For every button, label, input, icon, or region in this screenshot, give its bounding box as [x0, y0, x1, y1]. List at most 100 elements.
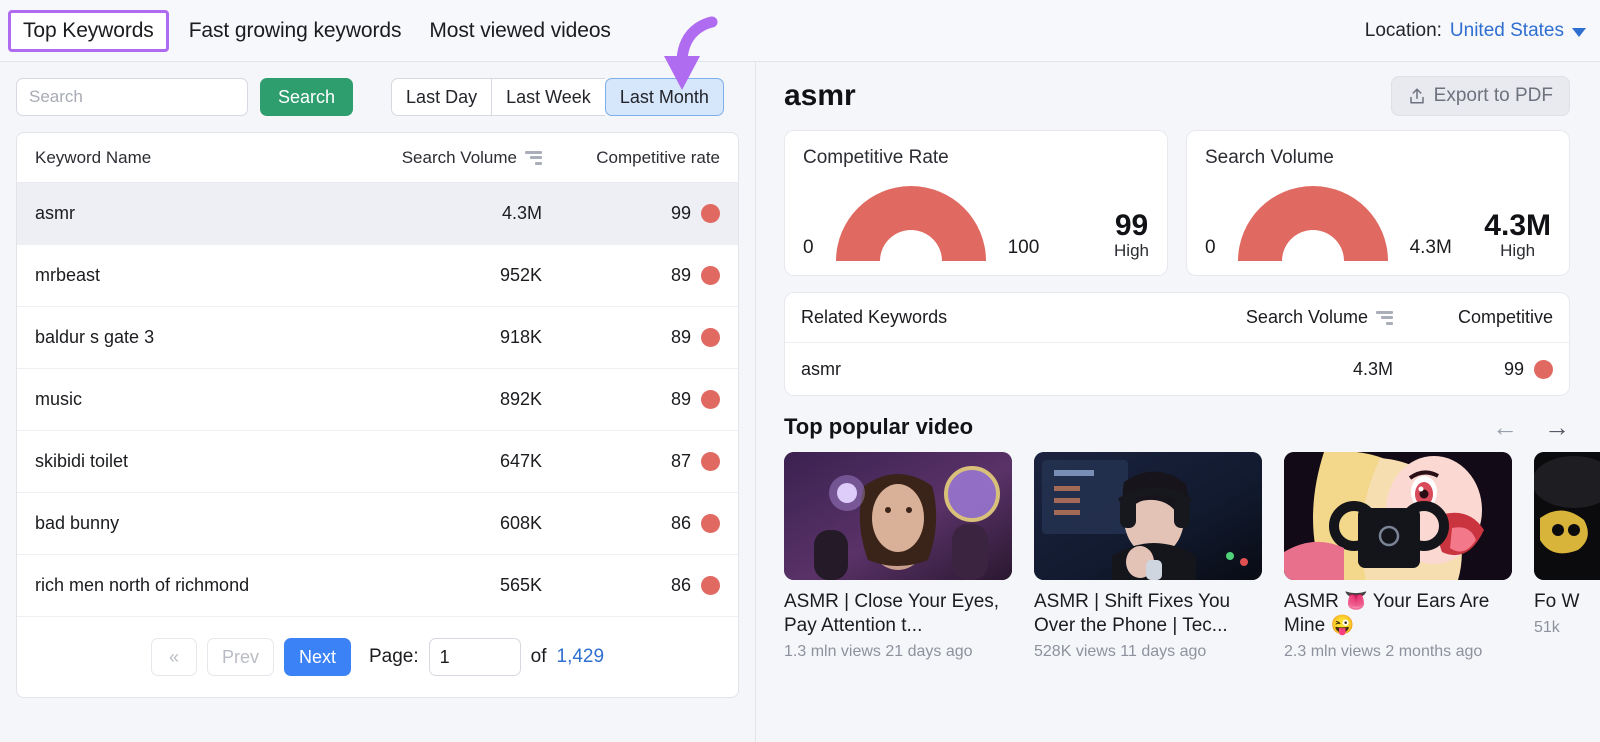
- column-header-search-volume[interactable]: Search Volume: [392, 148, 542, 168]
- detail-header: asmr Export to PDF: [784, 76, 1600, 116]
- tab-label: Fast growing keywords: [188, 18, 402, 42]
- cell-keyword-name: asmr: [35, 203, 75, 223]
- first-page-button[interactable]: «: [150, 638, 197, 676]
- competitive-value: 99: [670, 203, 691, 223]
- location-selector[interactable]: Location: United States: [1365, 20, 1600, 42]
- column-header-search-volume[interactable]: Search Volume: [1183, 307, 1393, 328]
- cell-competitive-rate: 99: [542, 203, 720, 224]
- video-meta: 51k: [1534, 618, 1560, 636]
- column-header-keyword-name: Keyword Name: [35, 147, 152, 167]
- video-thumbnail[interactable]: [1534, 452, 1600, 580]
- of-label: of: [530, 646, 547, 667]
- status-dot-icon: [701, 266, 720, 285]
- cell-search-volume: 4.3M: [501, 203, 542, 223]
- gauge-arc-icon: [1237, 186, 1388, 261]
- status-dot-icon: [1534, 359, 1553, 379]
- period-option-last-month[interactable]: Last Month: [604, 78, 724, 116]
- pagination-controls: « Prev Next Page: of 1,429: [17, 617, 738, 697]
- total-pages-value: 1,429: [556, 646, 605, 667]
- gauge-rating: High: [1500, 241, 1536, 260]
- cell-search-volume: 608K: [499, 513, 542, 533]
- period-segmented-control: Last Day Last Week Last Month: [391, 78, 724, 116]
- gauge-label: Competitive Rate: [803, 147, 949, 168]
- cell-competitive: 99: [1393, 359, 1553, 380]
- carousel-controls: ← →: [1492, 414, 1570, 440]
- table-row[interactable]: skibidi toilet 647K 87: [17, 431, 738, 493]
- export-to-pdf-button[interactable]: Export to PDF: [1390, 76, 1570, 116]
- video-card[interactable]: ASMR | Close Your Eyes, Pay Attention t.…: [784, 452, 1012, 661]
- page-number-input[interactable]: [428, 638, 521, 676]
- tab-list: Top Keywords Fast growing keywords Most …: [0, 9, 625, 52]
- gauge-min-value: 0: [1205, 237, 1216, 258]
- cell-competitive-rate: 89: [542, 389, 720, 410]
- period-option-last-day[interactable]: Last Day: [391, 78, 492, 116]
- arrow-right-icon[interactable]: →: [1544, 414, 1570, 440]
- video-thumbnail[interactable]: [1284, 452, 1512, 580]
- cell-competitive-rate: 89: [542, 265, 720, 286]
- gauge-readout: 99 High: [1114, 209, 1149, 264]
- gauge-max-value: 100: [1007, 237, 1040, 258]
- cell-search-volume: 918K: [499, 327, 542, 347]
- tab-fast-growing-keywords[interactable]: Fast growing keywords: [175, 11, 416, 51]
- gauge-readout: 4.3M High: [1484, 208, 1551, 264]
- table-row[interactable]: mrbeast 952K 89: [17, 245, 738, 307]
- search-button[interactable]: Search: [260, 78, 354, 116]
- table-row[interactable]: music 892K 89: [17, 369, 738, 431]
- export-button-label: Export to PDF: [1433, 85, 1553, 106]
- section-title: Top popular video: [784, 414, 974, 439]
- related-header-row: Related Keywords Search Volume Competiti…: [785, 293, 1569, 343]
- cell-competitive-rate: 87: [542, 451, 720, 472]
- video-card[interactable]: ASMR | Shift Fixes You Over the Phone | …: [1034, 452, 1262, 661]
- competitive-value: 87: [670, 451, 691, 471]
- video-card[interactable]: ASMR 👅 Your Ears Are Mine 😜 2.3 mln view…: [1284, 452, 1512, 661]
- table-header-row: Keyword Name Search Volume Competitive r…: [17, 133, 738, 183]
- competitive-value: 89: [670, 327, 691, 347]
- gauge-rating: High: [1114, 241, 1149, 260]
- gauge-card-search-volume: Search Volume 0 4.3M 4.3M High: [1186, 130, 1570, 276]
- sort-descending-icon[interactable]: [525, 150, 542, 165]
- video-card[interactable]: Fo W 51k: [1534, 452, 1600, 661]
- competitive-value: 99: [1503, 358, 1524, 379]
- competitive-value: 86: [670, 575, 691, 595]
- status-dot-icon: [701, 576, 720, 595]
- status-dot-icon: [701, 328, 720, 347]
- chevron-down-icon: [1572, 27, 1586, 37]
- gauge-card-competitive-rate: Competitive Rate 0 100 99 High: [784, 130, 1168, 276]
- video-carousel: ASMR | Close Your Eyes, Pay Attention t.…: [784, 452, 1600, 661]
- video-thumbnail[interactable]: [784, 452, 1012, 580]
- status-dot-icon: [701, 514, 720, 533]
- table-row[interactable]: rich men north of richmond 565K 86: [17, 555, 738, 617]
- cell-keyword-name: bad bunny: [35, 513, 120, 533]
- upload-icon: [1409, 88, 1424, 104]
- table-row[interactable]: baldur s gate 3 918K 89: [17, 307, 738, 369]
- gauge-cards: Competitive Rate 0 100 99 High Search Vo…: [784, 130, 1600, 276]
- thumbnail-image: [784, 452, 1012, 580]
- related-keywords-table: Related Keywords Search Volume Competiti…: [784, 292, 1570, 396]
- table-row[interactable]: asmr 4.3M 99: [785, 343, 1569, 395]
- column-header-related-keywords: Related Keywords: [801, 307, 948, 327]
- cell-related-keyword: asmr: [801, 358, 841, 379]
- next-page-button[interactable]: Next: [283, 638, 351, 676]
- page-label: Page:: [368, 646, 419, 667]
- tab-most-viewed-videos[interactable]: Most viewed videos: [415, 11, 624, 51]
- keywords-panel: Search Last Day Last Week Last Month Key…: [0, 62, 756, 742]
- arrow-left-icon[interactable]: ←: [1492, 414, 1518, 440]
- competitive-value: 89: [670, 265, 691, 285]
- gauge-value: 4.3M: [1484, 208, 1551, 242]
- video-meta: 2.3 mln views 2 months ago: [1284, 642, 1483, 660]
- status-dot-icon: [701, 390, 720, 409]
- competitive-value: 86: [670, 513, 691, 533]
- video-thumbnail[interactable]: [1034, 452, 1262, 580]
- period-option-last-week[interactable]: Last Week: [491, 78, 605, 116]
- column-header-competitive: Competitive: [1457, 307, 1553, 327]
- competitive-value: 89: [670, 389, 691, 409]
- tab-top-keywords[interactable]: Top Keywords: [8, 9, 169, 52]
- controls-row: Search Last Day Last Week Last Month: [16, 78, 739, 116]
- top-navigation-bar: Top Keywords Fast growing keywords Most …: [0, 0, 1600, 62]
- search-input[interactable]: [16, 78, 248, 116]
- keywords-table: Keyword Name Search Volume Competitive r…: [16, 132, 739, 698]
- table-row[interactable]: bad bunny 608K 86: [17, 493, 738, 555]
- prev-page-button[interactable]: Prev: [206, 638, 274, 676]
- table-row[interactable]: asmr 4.3M 99: [17, 183, 738, 245]
- sort-descending-icon[interactable]: [1376, 310, 1393, 325]
